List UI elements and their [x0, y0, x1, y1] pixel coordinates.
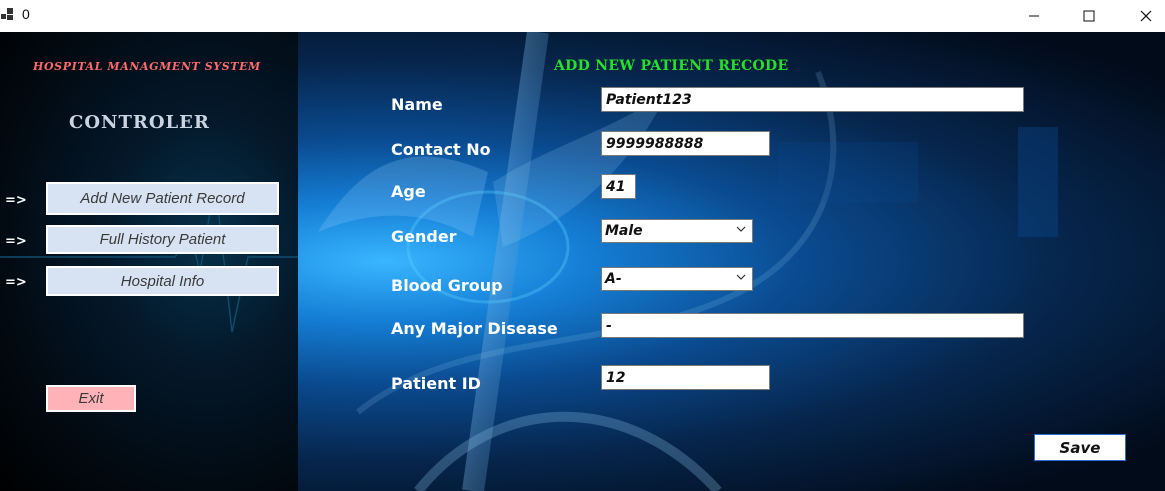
save-button[interactable]: Save — [1034, 434, 1126, 461]
chevron-down-icon — [736, 226, 746, 232]
app-icon — [1, 8, 13, 22]
window-title: 0 — [22, 6, 30, 22]
gender-value: Male — [605, 223, 643, 239]
heartbeat-background-graphic — [0, 181, 298, 333]
close-icon — [1140, 10, 1152, 22]
gender-select[interactable]: Male — [601, 219, 753, 243]
age-label: Age — [391, 182, 426, 201]
nav-arrow: => — [5, 193, 27, 208]
patient-id-field[interactable]: 12 — [601, 365, 770, 390]
blood-group-value: A- — [605, 271, 622, 287]
chevron-down-icon — [736, 274, 746, 280]
app-title: Hospital Managment System — [33, 60, 261, 73]
name-field[interactable]: Patient123 — [601, 87, 1024, 112]
maximize-button[interactable] — [1066, 0, 1112, 32]
patient-form-panel: ADD NEW PATIENT RECODE Name Patient123 C… — [298, 32, 1165, 491]
patient-id-label: Patient ID — [391, 374, 481, 393]
minimize-icon — [1029, 15, 1039, 17]
nav-arrow: => — [5, 275, 27, 290]
form-title: ADD NEW PATIENT RECODE — [554, 58, 789, 74]
nav-arrow: => — [5, 234, 27, 249]
controller-heading: CONTROLER — [69, 112, 210, 133]
any-major-disease-field[interactable]: - — [601, 313, 1024, 338]
full-history-patient-button[interactable]: Full History Patient — [46, 225, 279, 254]
gender-label: Gender — [391, 227, 457, 246]
name-label: Name — [391, 95, 443, 114]
minimize-button[interactable] — [1011, 0, 1057, 32]
add-new-patient-record-button[interactable]: Add New Patient Record — [46, 182, 279, 215]
age-field[interactable]: 41 — [601, 174, 636, 199]
any-major-disease-label: Any Major Disease — [391, 319, 558, 338]
blood-group-label: Blood Group — [391, 276, 503, 295]
exit-button[interactable]: Exit — [46, 385, 136, 412]
window-titlebar: 0 — [0, 0, 1165, 32]
contact-no-label: Contact No — [391, 140, 491, 159]
hospital-info-button[interactable]: Hospital Info — [46, 266, 279, 296]
maximize-icon — [1083, 10, 1095, 22]
blood-group-select[interactable]: A- — [601, 267, 753, 291]
control-panel: Hospital Managment System CONTROLER => A… — [0, 32, 298, 491]
close-button[interactable] — [1123, 0, 1165, 32]
contact-no-field[interactable]: 9999988888 — [601, 131, 770, 156]
